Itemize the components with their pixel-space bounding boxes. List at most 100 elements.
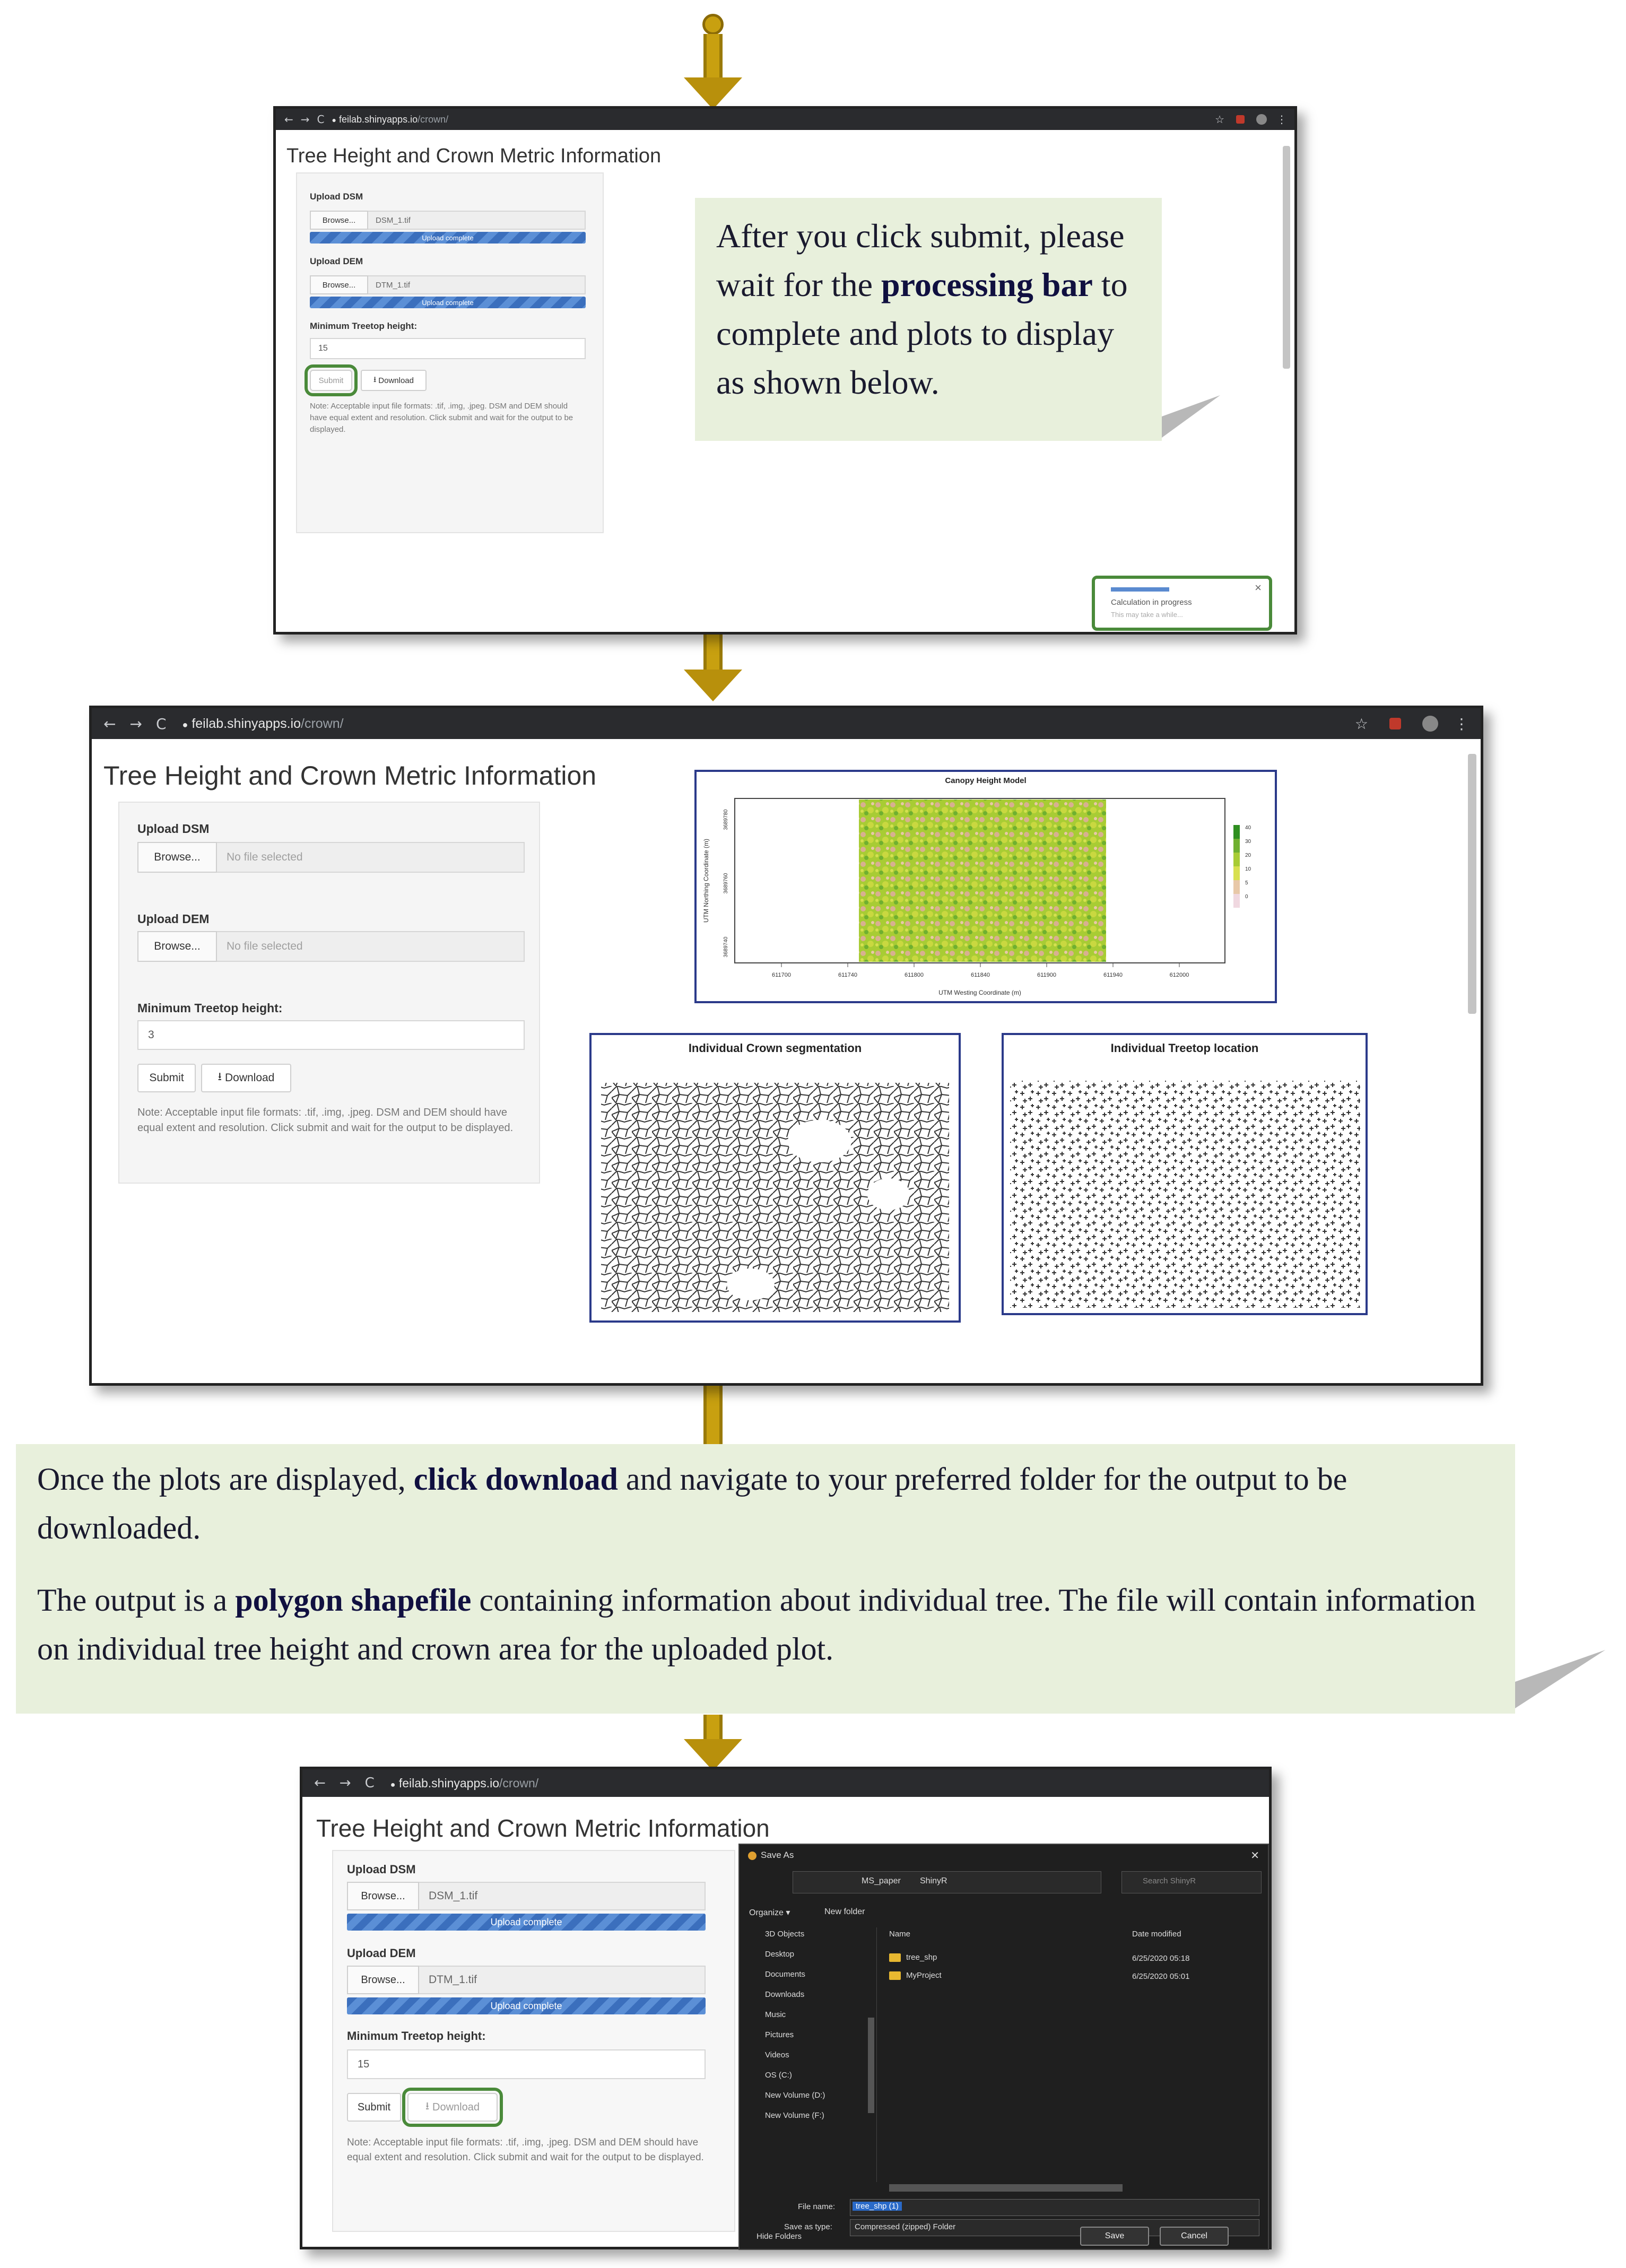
download-button[interactable]: ⭳ Download	[201, 1064, 291, 1092]
file-row-2[interactable]: MyProject 6/25/2020 05:01	[889, 1969, 1260, 1985]
save-type-value: Compressed (zipped) Folder	[855, 2222, 956, 2231]
dem-file-name: DTM_1.tif	[419, 1966, 706, 1994]
column-date-header[interactable]: Date modified	[1132, 1930, 1181, 1939]
min-height-input[interactable]: 3	[137, 1020, 525, 1050]
dsm-file-input[interactable]: Browse... No file selected	[137, 842, 525, 873]
nav-item-3d-objects[interactable]: 3D Objects	[765, 1930, 804, 1939]
file-row-1[interactable]: tree_shp 6/25/2020 05:18	[889, 1951, 1260, 1967]
download-icon: ⭳	[425, 2099, 430, 2112]
dem-file-input[interactable]: Browse... DTM_1.tif	[310, 275, 586, 294]
chm-legend-label: 20	[1245, 853, 1251, 858]
star-icon[interactable]: ☆	[1215, 113, 1224, 126]
dsm-file-input[interactable]: Browse... DSM_1.tif	[347, 1882, 706, 1910]
min-height-input[interactable]: 15	[347, 2049, 706, 2079]
reload-icon[interactable]: C	[317, 113, 325, 126]
profile-icon[interactable]	[1256, 114, 1267, 125]
forward-icon[interactable]: →	[301, 113, 310, 126]
toast-close-icon[interactable]: ×	[1255, 581, 1262, 595]
column-name-header[interactable]: Name	[889, 1930, 910, 1939]
extension-icon[interactable]	[1236, 115, 1245, 124]
download-button[interactable]: ⭳ Download	[361, 370, 427, 391]
chm-x-tick-label: 611800	[905, 972, 924, 978]
nav-item-desktop[interactable]: Desktop	[765, 1950, 794, 1959]
page-title: Tree Height and Crown Metric Information	[316, 1814, 770, 1842]
dialog-title: Save As	[748, 1850, 794, 1861]
forward-icon[interactable]: →	[129, 715, 142, 733]
dem-browse-button[interactable]: Browse...	[137, 931, 217, 962]
chm-legend-swatch	[1233, 825, 1240, 839]
organize-menu[interactable]: Organize ▾	[749, 1907, 790, 1918]
star-icon[interactable]: ☆	[1355, 715, 1368, 733]
dem-browse-button[interactable]: Browse...	[347, 1966, 419, 1994]
file-name-input[interactable]: tree_shp (1)	[850, 2199, 1259, 2216]
submit-button[interactable]: Submit	[305, 364, 358, 396]
chm-legend: 40 30 20 10 5 0	[1233, 825, 1251, 908]
scrollbar[interactable]	[1283, 146, 1290, 369]
reload-icon[interactable]: C	[156, 715, 167, 733]
dsm-file-input[interactable]: Browse... DSM_1.tif	[310, 211, 586, 230]
back-icon[interactable]: ←	[284, 113, 293, 126]
menu-icon[interactable]: ⋮	[1454, 715, 1469, 733]
cancel-button[interactable]: Cancel	[1160, 2227, 1229, 2246]
nav-item-documents[interactable]: Documents	[765, 1970, 805, 1979]
horizontal-scrollbar[interactable]	[889, 2184, 1123, 2192]
min-height-label: Minimum Treetop height:	[310, 321, 418, 331]
nav-item-volume-f[interactable]: New Volume (F:)	[765, 2111, 824, 2120]
sidebar-panel: Upload DSM Browse... No file selected Up…	[118, 802, 540, 1184]
path-segment-2[interactable]: ShinyR	[920, 1876, 947, 1886]
save-button[interactable]: Save	[1080, 2227, 1149, 2246]
chm-legend-label: 30	[1245, 839, 1251, 845]
address-bar[interactable]: ● feilab.shinyapps.io/crown/	[182, 716, 344, 732]
nav-item-os-c[interactable]: OS (C:)	[765, 2071, 792, 2080]
chm-y-tick-label: 3689780	[723, 809, 729, 830]
dsm-browse-button[interactable]: Browse...	[310, 211, 368, 230]
min-height-input[interactable]: 15	[310, 338, 586, 359]
address-bar[interactable]: ● feilab.shinyapps.io/crown/	[390, 1776, 538, 1791]
menu-icon[interactable]: ⋮	[1276, 113, 1287, 126]
nav-item-volume-d[interactable]: New Volume (D:)	[765, 2091, 825, 2100]
file-date-2: 6/25/2020 05:01	[1132, 1972, 1190, 1981]
nav-pane: 3D Objects Desktop Documents Downloads M…	[749, 1927, 877, 2182]
crown-segmentation-plot: Individual Crown segmentation	[589, 1033, 961, 1323]
dem-browse-button[interactable]: Browse...	[310, 275, 368, 294]
scrollbar[interactable]	[1468, 754, 1476, 1014]
dsm-browse-button[interactable]: Browse...	[137, 842, 217, 873]
upload-dem-label: Upload DEM	[347, 1947, 416, 1960]
forward-icon[interactable]: →	[340, 1775, 351, 1791]
nav-pane-scrollbar[interactable]	[868, 2018, 874, 2113]
lock-icon: ●	[390, 1780, 396, 1789]
nav-item-pictures[interactable]: Pictures	[765, 2030, 794, 2039]
search-placeholder: Search ShinyR	[1143, 1876, 1196, 1885]
file-name-value: tree_shp (1)	[853, 2202, 902, 2211]
download-button[interactable]: ⭳ Download	[402, 2088, 503, 2127]
profile-icon[interactable]	[1422, 716, 1438, 732]
save-type-label: Save as type:	[784, 2222, 832, 2231]
back-icon[interactable]: ←	[314, 1775, 326, 1791]
sidebar-panel: Upload DSM Browse... DSM_1.tif Upload co…	[296, 172, 604, 533]
nav-item-downloads[interactable]: Downloads	[765, 1990, 804, 1999]
chm-ylabel: UTM Northing Coordinate (m)	[702, 839, 710, 923]
dialog-close-icon[interactable]: ✕	[1250, 1849, 1259, 1862]
download-icon: ⭳	[218, 1070, 222, 1083]
back-icon[interactable]: ←	[103, 715, 116, 733]
toast-message: Calculation in progress	[1111, 598, 1192, 607]
submit-button[interactable]: Submit	[137, 1064, 196, 1092]
path-segment-1[interactable]: MS_paper	[862, 1876, 901, 1886]
dem-file-input[interactable]: Browse... No file selected	[137, 931, 525, 962]
reload-icon[interactable]: C	[365, 1775, 375, 1791]
dsm-browse-button[interactable]: Browse...	[347, 1882, 419, 1910]
folder-icon	[889, 1953, 901, 1962]
extension-icon[interactable]	[1389, 718, 1401, 729]
chm-legend-swatch	[1233, 894, 1240, 908]
dem-file-input[interactable]: Browse... DTM_1.tif	[347, 1966, 706, 1994]
chm-y-tick-label: 3689760	[723, 873, 729, 893]
nav-item-music[interactable]: Music	[765, 2010, 786, 2019]
chm-legend-label: 40	[1245, 825, 1251, 831]
address-bar[interactable]: ● feilab.shinyapps.io/crown/	[332, 114, 449, 125]
progress-notification: × Calculation in progress This may take …	[1092, 576, 1272, 631]
chm-x-ticks: 611700 611740 611800 611840 611900 611940 6120…	[772, 963, 1189, 978]
submit-button[interactable]: Submit	[347, 2093, 401, 2122]
hide-folders-toggle[interactable]: Hide Folders	[757, 2232, 802, 2241]
new-folder-button[interactable]: New folder	[824, 1907, 865, 1917]
nav-item-videos[interactable]: Videos	[765, 2050, 789, 2060]
